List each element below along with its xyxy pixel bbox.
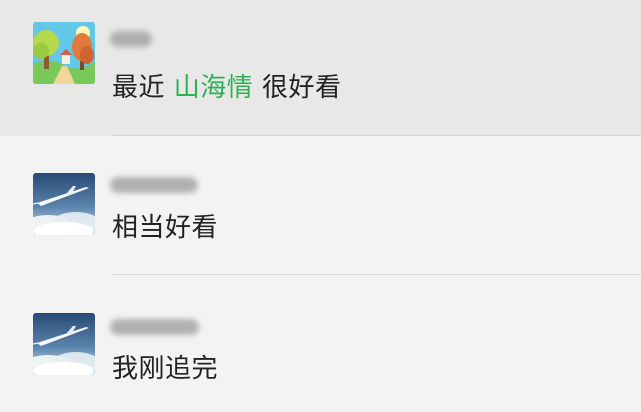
comment-text-prefix: 最近 [112, 73, 174, 103]
comment-text: 相当好看 [112, 213, 219, 243]
airplane-sky-avatar-icon [33, 313, 95, 375]
blurred-username[interactable] [110, 319, 199, 335]
cartoon-landscape-avatar-icon [33, 22, 95, 84]
drama-title-link[interactable]: 山海情 [174, 73, 254, 103]
comment-text: 我刚追完 [112, 354, 219, 384]
airplane-sky-avatar-icon [33, 173, 95, 235]
comment-list: 最近 山海情 很好看 相当好看 我刚追完 [0, 0, 641, 412]
comment-item[interactable]: 我刚追完 [0, 275, 641, 412]
avatar[interactable] [33, 22, 95, 84]
avatar[interactable] [33, 313, 95, 375]
comment-item[interactable]: 相当好看 [0, 136, 641, 275]
blurred-username[interactable] [110, 177, 198, 193]
avatar[interactable] [33, 173, 95, 235]
comment-text: 最近 山海情 很好看 [112, 72, 342, 104]
blurred-username[interactable] [110, 31, 152, 47]
comment-item[interactable]: 最近 山海情 很好看 [0, 0, 641, 136]
comment-text-suffix: 很好看 [253, 73, 342, 103]
